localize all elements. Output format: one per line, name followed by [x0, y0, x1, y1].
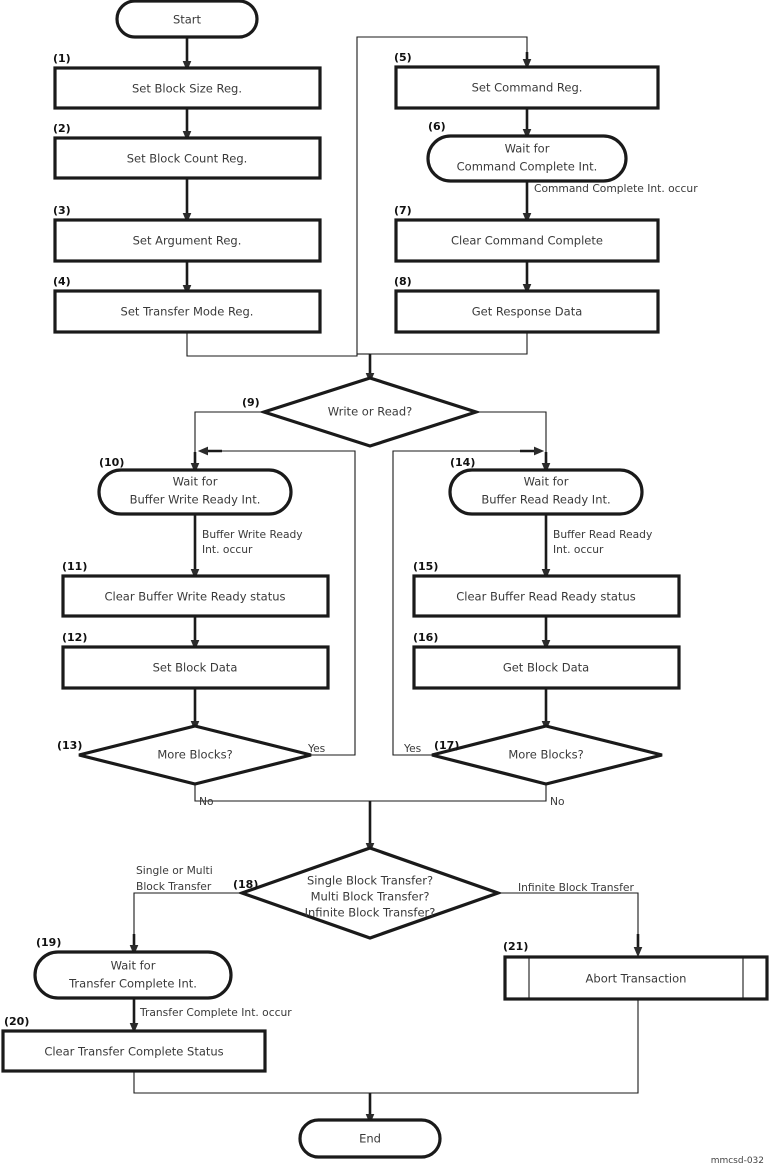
node-step-13-label: More Blocks?: [157, 748, 232, 762]
node-step-18-label-line3: Infinite Block Transfer?: [305, 906, 436, 920]
node-step-11-label: Clear Buffer Write Ready status: [104, 590, 285, 604]
node-step-12[interactable]: Set Block Data: [61, 645, 330, 690]
node-step-12-label: Set Block Data: [153, 661, 238, 675]
edge-label-single-or-multi-2: Block Transfer: [136, 880, 212, 893]
step-num-6: (6): [428, 120, 446, 133]
node-step-7[interactable]: Clear Command Complete: [394, 218, 660, 263]
edge-label-buffer-read-ready-1: Buffer Read Ready: [553, 528, 652, 541]
step-num-17: (17): [434, 739, 459, 752]
edge-label-infinite-block-transfer: Infinite Block Transfer: [518, 881, 634, 894]
node-step-5-label: Set Command Reg.: [472, 81, 583, 95]
node-step-18-label-line1: Single Block Transfer?: [307, 874, 433, 888]
edge-label-yes-left: Yes: [307, 742, 326, 755]
edge-label-buffer-write-ready-2: Int. occur: [202, 543, 253, 556]
node-step-10-label-line2: Buffer Write Ready Int.: [130, 493, 261, 507]
node-step-3-label: Set Argument Reg.: [133, 234, 242, 248]
step-num-2: (2): [53, 122, 71, 135]
node-step-4[interactable]: Set Transfer Mode Reg.: [53, 289, 322, 334]
step-num-15: (15): [413, 560, 438, 573]
node-step-5[interactable]: Set Command Reg.: [394, 65, 660, 110]
edge-label-transfer-complete-occur: Transfer Complete Int. occur: [139, 1006, 292, 1019]
node-start-label: Start: [173, 13, 202, 27]
step-num-10: (10): [99, 456, 124, 469]
edge-label-no-right: No: [550, 795, 565, 808]
step-num-20: (20): [4, 1015, 29, 1028]
node-end-label: End: [359, 1132, 381, 1146]
node-step-19-label-line2: Transfer Complete Int.: [68, 977, 197, 991]
step-num-4: (4): [53, 275, 71, 288]
node-step-6-label-line2: Command Complete Int.: [457, 160, 598, 174]
node-step-10-label-line1: Wait for: [173, 475, 218, 489]
node-step-19[interactable]: Wait for Transfer Complete Int.: [33, 950, 233, 1000]
edge-label-no-left: No: [199, 795, 214, 808]
flowchart-canvas: Start Set Block Size Reg. (1) Set Block …: [0, 0, 769, 1170]
step-num-16: (16): [413, 631, 438, 644]
node-step-20-label: Clear Transfer Complete Status: [44, 1045, 223, 1059]
node-step-11[interactable]: Clear Buffer Write Ready status: [61, 574, 330, 618]
node-step-14-label-line2: Buffer Read Ready Int.: [481, 493, 610, 507]
node-step-4-label: Set Transfer Mode Reg.: [121, 305, 254, 319]
node-step-2[interactable]: Set Block Count Reg.: [53, 136, 322, 180]
node-step-21[interactable]: Abort Transaction: [503, 955, 769, 1001]
node-step-10[interactable]: Wait for Buffer Write Ready Int.: [97, 468, 293, 516]
node-step-15[interactable]: Clear Buffer Read Ready status: [412, 574, 681, 618]
node-step-1[interactable]: Set Block Size Reg.: [53, 66, 322, 110]
step-num-3: (3): [53, 204, 71, 217]
node-step-21-label: Abort Transaction: [586, 972, 687, 986]
node-step-16-label: Get Block Data: [503, 661, 589, 675]
node-step-8-label: Get Response Data: [472, 305, 583, 319]
node-step-6[interactable]: Wait for Command Complete Int.: [426, 134, 628, 183]
node-start[interactable]: Start: [115, 0, 259, 39]
step-num-9: (9): [242, 396, 260, 409]
step-num-19: (19): [36, 936, 61, 949]
node-step-19-label-line1: Wait for: [111, 959, 156, 973]
step-num-21: (21): [503, 940, 528, 953]
step-num-13: (13): [57, 739, 82, 752]
step-num-14: (14): [450, 456, 475, 469]
step-num-7: (7): [394, 204, 412, 217]
step-num-18: (18): [233, 878, 258, 891]
step-num-11: (11): [62, 560, 87, 573]
node-step-18-label-line2: Multi Block Transfer?: [311, 890, 430, 904]
edge-label-buffer-read-ready-2: Int. occur: [553, 543, 604, 556]
node-step-3[interactable]: Set Argument Reg.: [53, 218, 322, 263]
flowchart-svg: Start Set Block Size Reg. (1) Set Block …: [0, 0, 769, 1170]
node-step-14-label-line1: Wait for: [524, 475, 569, 489]
node-step-8[interactable]: Get Response Data: [394, 289, 660, 334]
node-step-16[interactable]: Get Block Data: [412, 645, 681, 690]
node-step-1-label: Set Block Size Reg.: [132, 82, 242, 96]
node-step-2-label: Set Block Count Reg.: [127, 152, 248, 166]
node-step-14[interactable]: Wait for Buffer Read Ready Int.: [448, 468, 644, 516]
figure-caption: mmcsd-032: [711, 1156, 764, 1166]
node-step-6-label-line1: Wait for: [505, 142, 550, 156]
edge-label-command-complete-occur: Command Complete Int. occur: [534, 182, 698, 195]
step-num-8: (8): [394, 275, 412, 288]
step-num-1: (1): [53, 52, 71, 65]
step-num-12: (12): [62, 631, 87, 644]
edge-label-yes-right: Yes: [403, 742, 422, 755]
node-step-9-label: Write or Read?: [328, 405, 412, 419]
node-end[interactable]: End: [298, 1118, 442, 1159]
edge-label-buffer-write-ready-1: Buffer Write Ready: [202, 528, 303, 541]
edge-label-single-or-multi-1: Single or Multi: [136, 864, 213, 877]
node-step-20[interactable]: Clear Transfer Complete Status: [1, 1029, 267, 1073]
node-step-15-label: Clear Buffer Read Ready status: [456, 590, 636, 604]
step-num-5: (5): [394, 51, 412, 64]
node-step-7-label: Clear Command Complete: [451, 234, 603, 248]
node-step-17-label: More Blocks?: [508, 748, 583, 762]
